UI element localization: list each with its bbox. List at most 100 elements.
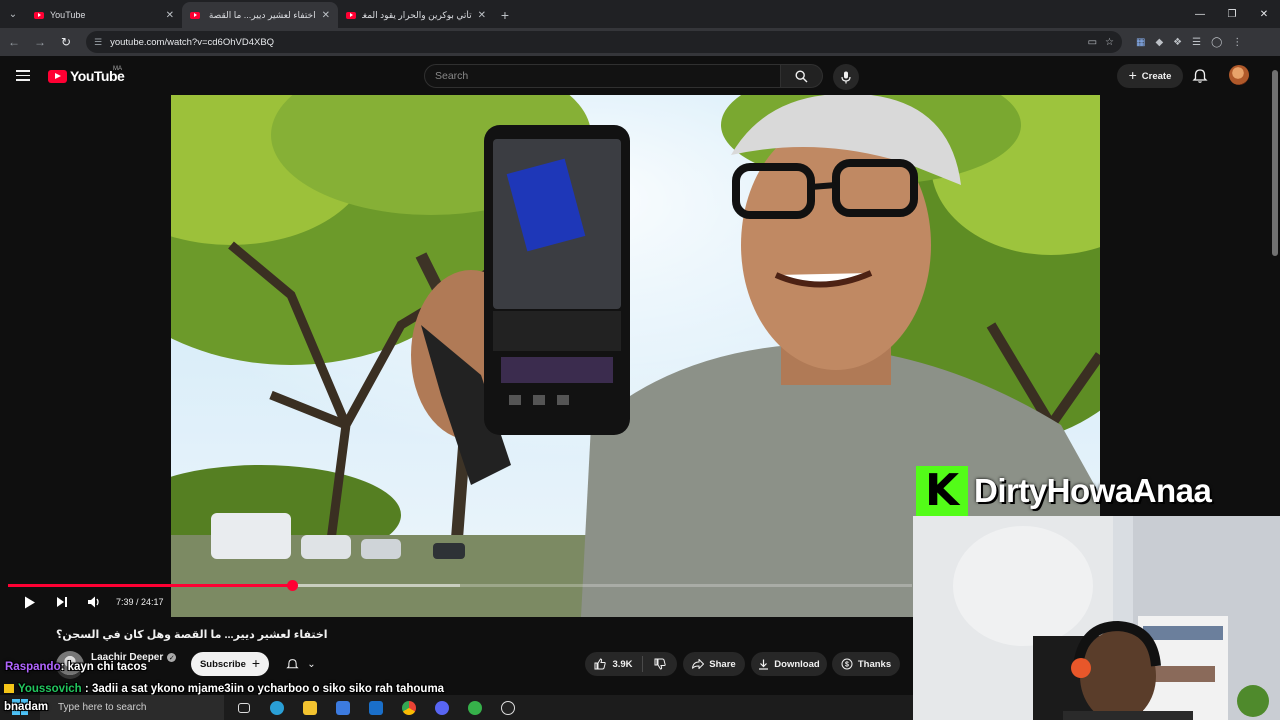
share-icon <box>692 659 705 669</box>
video-progress-bar[interactable] <box>8 580 912 591</box>
browser-menu-icon[interactable]: ⋮ <box>1232 37 1242 48</box>
time-display: 7:39 / 24:17 <box>116 597 164 607</box>
close-window-icon[interactable]: ✕ <box>1248 0 1280 28</box>
windows-taskbar: Type here to search <box>0 695 913 720</box>
video-title: اختفاء لعشير ديير... ما القصة وهل كان في… <box>56 629 328 641</box>
extension-icon[interactable]: ◆ <box>1155 37 1163 48</box>
close-tab-icon[interactable]: ✕ <box>322 10 330 21</box>
download-button[interactable]: Download <box>751 652 827 676</box>
youtube-favicon-icon <box>190 11 200 19</box>
chat-message: Raspando: kayn chi tacos <box>5 661 147 673</box>
puzzle-extensions-icon[interactable]: ❖ <box>1173 37 1182 48</box>
subscribe-label: Subscribe <box>199 658 246 670</box>
reload-icon[interactable]: ↻ <box>54 30 78 54</box>
browser-tab-other-video[interactable]: تأتي بوكرين والحرار يقود المغرب ✕ <box>338 2 494 28</box>
file-explorer-icon[interactable] <box>298 697 322 719</box>
notifications-bell-icon[interactable] <box>1192 68 1208 84</box>
thumbs-down-icon <box>654 658 666 670</box>
next-icon <box>57 597 67 607</box>
next-button[interactable] <box>46 593 78 611</box>
notification-settings-button[interactable]: ⌄ <box>276 652 326 676</box>
app-green-icon[interactable] <box>463 697 487 719</box>
like-button[interactable]: 3.9K <box>585 656 643 672</box>
chrome-icon[interactable] <box>397 697 421 719</box>
screen: ⌄ YouTube ✕ اختفاء لعشير ديير... ما القص… <box>0 0 1280 720</box>
taskbar-search-placeholder: Type here to search <box>58 702 147 713</box>
share-label: Share <box>709 658 736 670</box>
store-icon[interactable] <box>331 697 355 719</box>
chat-text: 3adii a sat ykono mjame3iin o ycharboo o… <box>91 683 445 695</box>
chat-separator: : <box>81 683 92 695</box>
new-tab-button[interactable]: + <box>494 2 516 28</box>
tab-label: تأتي بوكرين والحرار يقود المغرب <box>362 9 472 20</box>
streamer-name-overlay: K DirtyHowaAnaa <box>916 466 1280 516</box>
minimize-icon[interactable]: — <box>1184 0 1216 28</box>
obs-icon[interactable] <box>496 697 520 719</box>
chat-text: kayn chi tacos <box>67 661 147 673</box>
search-input[interactable]: Search <box>424 64 781 88</box>
outlook-icon[interactable] <box>364 697 388 719</box>
played-bar <box>8 584 293 587</box>
discord-icon[interactable] <box>430 697 454 719</box>
youtube-favicon-icon <box>34 11 44 19</box>
bookmark-star-icon[interactable]: ☆ <box>1105 37 1114 48</box>
browser-tab-video[interactable]: اختفاء لعشير ديير... ما القصة وهل ✕ <box>182 2 338 28</box>
address-bar[interactable]: ☰ youtube.com/watch?v=cd6OhVD4XBQ ▭ ☆ <box>86 31 1122 53</box>
plus-icon: + <box>1128 67 1137 83</box>
play-button[interactable] <box>14 593 46 611</box>
browser-tabstrip: ⌄ YouTube ✕ اختفاء لعشير ديير... ما القص… <box>0 0 1280 28</box>
search-button[interactable] <box>781 64 823 88</box>
tab-search-chevron-icon[interactable]: ⌄ <box>0 0 26 28</box>
thanks-label: Thanks <box>857 658 892 670</box>
taskbar-icons <box>232 697 520 719</box>
profile-icon[interactable]: ◯ <box>1211 37 1222 48</box>
task-view-icon[interactable] <box>232 697 256 719</box>
chat-separator: : <box>60 661 68 673</box>
taskbar-search-input[interactable]: Type here to search <box>40 695 224 720</box>
like-count: 3.9K <box>612 658 633 670</box>
youtube-header: YouTube MA Search + Create <box>0 56 1280 96</box>
close-tab-icon[interactable]: ✕ <box>166 10 174 21</box>
voice-search-button[interactable] <box>833 64 859 90</box>
site-info-icon[interactable]: ☰ <box>94 37 102 48</box>
create-label: Create <box>1141 70 1172 82</box>
dislike-button[interactable] <box>643 658 677 670</box>
forward-icon[interactable]: → <box>28 30 52 54</box>
restore-icon[interactable]: ❐ <box>1216 0 1248 28</box>
microphone-icon <box>841 71 851 83</box>
chat-username: bnadam <box>4 701 49 713</box>
youtube-favicon-icon <box>346 11 356 19</box>
webcam-overlay <box>913 516 1280 720</box>
close-tab-icon[interactable]: ✕ <box>478 10 486 21</box>
search-icon <box>795 69 808 82</box>
translate-extension-icon[interactable]: ▦ <box>1136 37 1145 48</box>
tab-label: YouTube <box>50 10 86 20</box>
mute-button[interactable] <box>78 593 110 611</box>
guide-menu-icon[interactable] <box>16 70 30 81</box>
verified-check-icon: ✓ <box>167 653 177 662</box>
play-icon <box>25 596 35 608</box>
chevron-down-icon: ⌄ <box>307 658 316 670</box>
subscribe-button[interactable]: Subscribe + <box>191 652 269 676</box>
thanks-icon: $ <box>841 658 853 670</box>
window-controls: — ❐ ✕ <box>1184 0 1280 28</box>
download-label: Download <box>774 658 820 670</box>
extensions-area: ▦ ◆ ❖ ☰ ◯ ⋮ <box>1136 37 1242 48</box>
thumbs-up-icon <box>594 658 607 670</box>
install-app-icon[interactable]: ▭ <box>1088 37 1097 48</box>
page-scrollbar[interactable] <box>1272 70 1278 256</box>
create-button[interactable]: + Create <box>1117 64 1183 88</box>
bell-icon <box>286 658 299 668</box>
like-dislike-group: 3.9K <box>585 652 677 676</box>
browser-tab-youtube[interactable]: YouTube ✕ <box>26 2 182 28</box>
edge-icon[interactable] <box>265 697 289 719</box>
back-icon[interactable]: ← <box>2 30 26 54</box>
url-text: youtube.com/watch?v=cd6OhVD4XBQ <box>110 36 275 48</box>
reading-list-icon[interactable]: ☰ <box>1192 37 1201 48</box>
plus-icon: + <box>251 655 261 671</box>
chat-message: bnadam <box>4 701 48 713</box>
country-code: MA <box>113 66 122 72</box>
share-button[interactable]: Share <box>683 652 745 676</box>
thanks-button[interactable]: $ Thanks <box>832 652 900 676</box>
account-avatar[interactable] <box>1229 65 1249 85</box>
